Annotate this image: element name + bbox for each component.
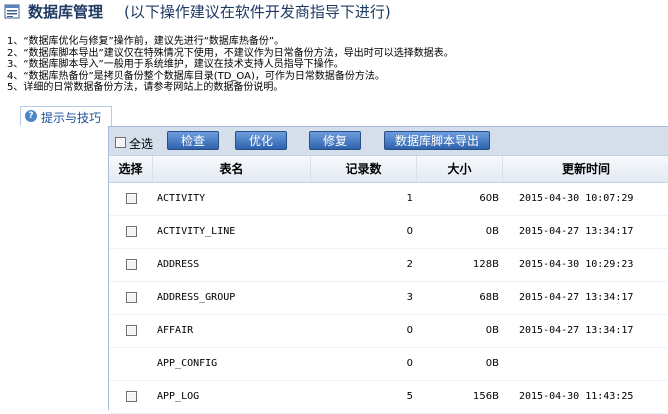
database-icon <box>4 4 20 19</box>
table-row: APP_LOG 5 156B 2015-04-30 11:43:25 <box>109 381 668 414</box>
optimize-button[interactable]: 优化 <box>235 131 287 150</box>
record-count-cell: 5 <box>406 391 413 402</box>
tables-table: 选择 表名 记录数 大小 更新时间 ACTIVITY 1 60B 2015-04-30… <box>109 155 668 414</box>
record-count-cell: 0 <box>406 226 413 237</box>
table-name-cell: APP_CONFIG <box>157 358 218 369</box>
page-header: 数据库管理 (以下操作建议在软件开发商指导下进行) <box>0 0 668 24</box>
table-name-cell: AFFAIR <box>157 325 194 336</box>
updated-time-cell: 2015-04-30 10:07:29 <box>519 193 634 204</box>
table-name-cell: ADDRESS <box>157 259 200 270</box>
size-cell: 0B <box>485 226 499 237</box>
updated-time-cell: 2015-04-27 13:34:17 <box>519 292 634 303</box>
row-checkbox[interactable] <box>126 259 137 270</box>
toolbar: 全选 检查 优化 修复 数据库脚本导出 <box>109 127 668 155</box>
row-checkbox[interactable] <box>126 325 137 336</box>
table-name-cell: ADDRESS_GROUP <box>157 292 236 303</box>
table-header: 选择 表名 记录数 大小 更新时间 <box>109 155 668 183</box>
tips-tab-label: 提示与技巧 <box>41 111 102 125</box>
size-cell: 0B <box>485 325 499 336</box>
size-cell: 128B <box>473 259 499 270</box>
header-name: 表名 <box>153 156 311 182</box>
header-count: 记录数 <box>311 156 417 182</box>
row-checkbox[interactable] <box>126 391 137 402</box>
record-count-cell: 0 <box>406 325 413 336</box>
row-checkbox[interactable] <box>126 193 137 204</box>
export-script-button[interactable]: 数据库脚本导出 <box>384 131 490 150</box>
header-size: 大小 <box>417 156 503 182</box>
record-count-cell: 3 <box>406 292 413 303</box>
record-count-cell: 1 <box>406 193 413 204</box>
row-checkbox[interactable] <box>126 292 137 303</box>
table-row: ADDRESS 2 128B 2015-04-30 10:29:23 <box>109 249 668 282</box>
record-count-cell: 2 <box>406 259 413 270</box>
header-select: 选择 <box>109 156 153 182</box>
table-row: AFFAIR 0 0B 2015-04-27 13:34:17 <box>109 315 668 348</box>
page-title: 数据库管理 <box>28 3 104 21</box>
instruction-item: 1、“数据库优化与修复”操作前，建议先进行“数据库热备份”。 <box>7 36 285 47</box>
updated-time-cell: 2015-04-30 11:43:25 <box>519 391 634 402</box>
table-name-cell: APP_LOG <box>157 391 200 402</box>
record-count-cell: 0 <box>406 358 413 369</box>
table-panel: 全选 检查 优化 修复 数据库脚本导出 选择 表名 记录数 大小 更新时间 AC… <box>108 126 668 414</box>
checkbox[interactable] <box>115 137 126 148</box>
instruction-item: 3、“数据库脚本导入”一般用于系统维护，建议在技术支持人员指导下操作。 <box>7 59 344 70</box>
table-row: APP_CONFIG 0 0B <box>109 348 668 381</box>
help-icon: ? <box>25 110 37 122</box>
page-subtitle: (以下操作建议在软件开发商指导下进行) <box>124 3 391 21</box>
table-row: ACTIVITY 1 60B 2015-04-30 10:07:29 <box>109 183 668 216</box>
size-cell: 156B <box>473 391 499 402</box>
instruction-item: 4、“数据库热备份”是拷贝备份整个数据库目录(TD_OA)，可作为日常数据备份方… <box>7 70 385 82</box>
tips-tab[interactable]: ? 提示与技巧 <box>20 106 112 126</box>
size-cell: 68B <box>479 292 499 303</box>
table-row: ACTIVITY_LINE 0 0B 2015-04-27 13:34:17 <box>109 216 668 249</box>
row-checkbox[interactable] <box>126 226 137 237</box>
updated-time-cell: 2015-04-30 10:29:23 <box>519 259 634 270</box>
instruction-item: 2、“数据库脚本导出”建议仅在特殊情况下使用，不建议作为日常备份方法，导出时可以… <box>7 47 454 59</box>
instructions-list: 1、“数据库优化与修复”操作前，建议先进行“数据库热备份”。 2、“数据库脚本导… <box>7 36 657 94</box>
table-row: ADDRESS_GROUP 3 68B 2015-04-27 13:34:17 <box>109 282 668 315</box>
instruction-item: 5、详细的日常数据备份方法，请参考网站上的数据备份说明。 <box>7 82 284 93</box>
size-cell: 60B <box>479 193 499 204</box>
select-all-label: 全选 <box>129 137 154 151</box>
repair-button[interactable]: 修复 <box>309 131 361 150</box>
size-cell: 0B <box>485 358 499 369</box>
header-updated: 更新时间 <box>561 162 610 176</box>
updated-time-cell: 2015-04-27 13:34:17 <box>519 325 634 336</box>
table-body: ACTIVITY 1 60B 2015-04-30 10:07:29 ACTIVITY_… <box>109 183 668 414</box>
table-name-cell: ACTIVITY_LINE <box>157 226 236 237</box>
table-name-cell: ACTIVITY <box>157 193 206 204</box>
check-button[interactable]: 检查 <box>167 131 219 150</box>
updated-time-cell: 2015-04-27 13:34:17 <box>519 226 634 237</box>
